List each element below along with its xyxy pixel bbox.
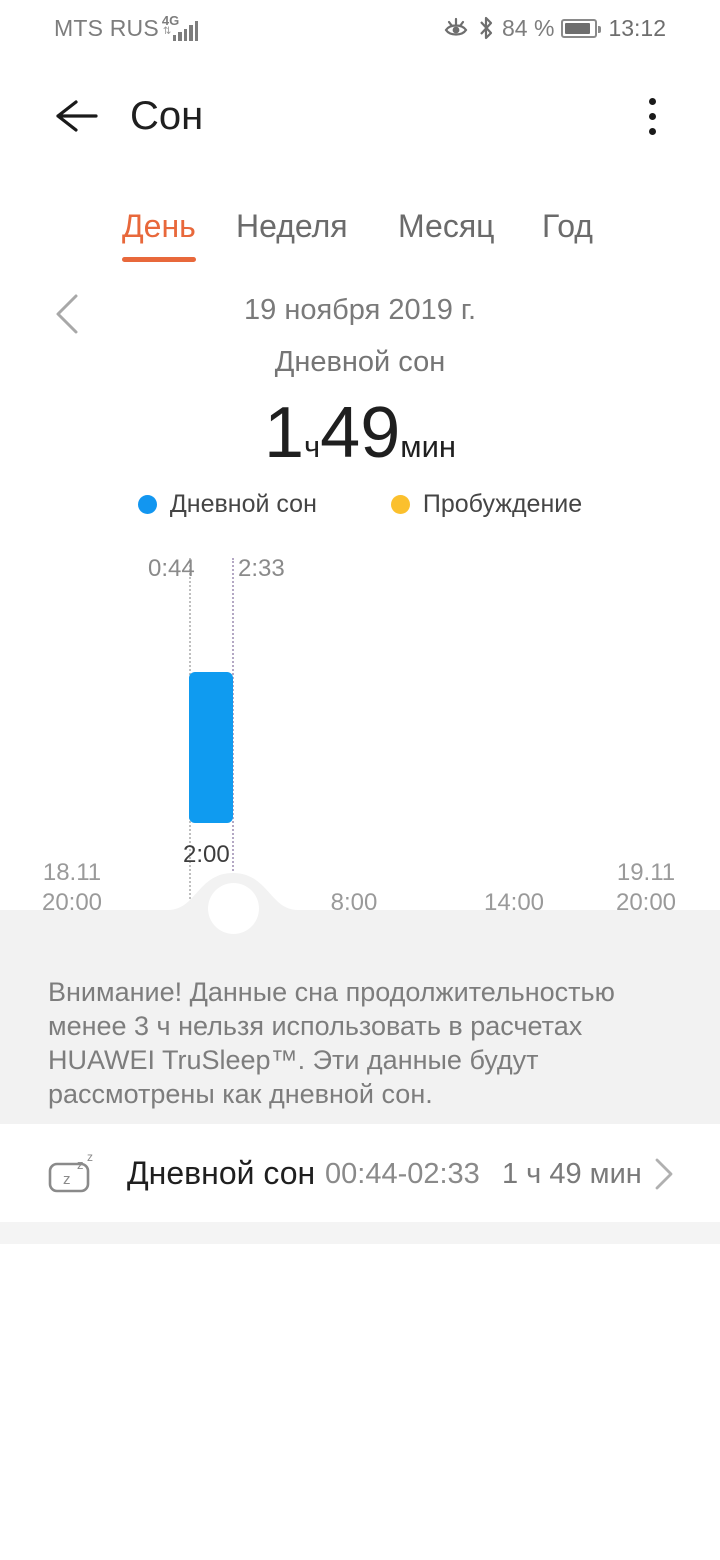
carrier-label: MTS RUS bbox=[54, 14, 159, 41]
status-bar-left: MTS RUS 4G ⇅ bbox=[54, 14, 200, 42]
tab-week[interactable]: Неделя bbox=[236, 206, 348, 246]
chart-start-time-label: 0:44 bbox=[148, 555, 195, 582]
tab-month[interactable]: Месяц bbox=[398, 206, 494, 246]
chart-legend: Дневной сон Пробуждение bbox=[0, 489, 720, 519]
back-button[interactable] bbox=[46, 88, 102, 144]
svg-text:z: z bbox=[77, 1157, 84, 1172]
legend-dot-awake-icon bbox=[390, 494, 410, 514]
chevron-right-icon[interactable] bbox=[650, 1154, 678, 1194]
duration-hours-unit: ч bbox=[304, 429, 321, 464]
eye-comfort-icon bbox=[442, 15, 470, 41]
status-bar-right: 84 % 13:12 bbox=[442, 15, 666, 42]
data-transfer-arrows-icon: ⇅ bbox=[162, 25, 172, 37]
duration-minutes-value: 49 bbox=[320, 393, 401, 473]
panel-notch bbox=[0, 853, 720, 923]
tab-day[interactable]: День bbox=[122, 206, 196, 262]
sleep-detail-row[interactable]: z z z Дневной сон 00:44-02:33 1 ч 49 мин bbox=[0, 1124, 720, 1222]
period-tabs: День Неделя Месяц Год bbox=[0, 198, 720, 270]
detail-time-range-label: 00:44-02:33 bbox=[325, 1158, 480, 1190]
overflow-menu-icon[interactable] bbox=[624, 86, 680, 146]
clock-label: 13:12 bbox=[608, 14, 666, 41]
battery-percent-label: 84 % bbox=[502, 14, 555, 41]
legend-item-nap: Дневной сон bbox=[137, 489, 317, 519]
tab-active-underline bbox=[122, 257, 196, 262]
duration-minutes-unit: мин bbox=[400, 429, 457, 464]
current-date-label: 19 ноября 2019 г. bbox=[244, 294, 476, 326]
legend-label-awake: Пробуждение bbox=[422, 490, 583, 518]
chart-scrubber-handle[interactable] bbox=[208, 883, 259, 934]
svg-text:z: z bbox=[63, 1171, 71, 1188]
legend-label-nap: Дневной сон bbox=[169, 490, 317, 518]
duration-hours-value: 1 bbox=[263, 393, 305, 473]
tab-year[interactable]: Год bbox=[542, 206, 593, 246]
battery-icon bbox=[561, 18, 602, 38]
tab-day-label: День bbox=[122, 208, 196, 244]
total-duration: 1ч49мин bbox=[0, 392, 720, 474]
svg-text:z: z bbox=[87, 1150, 93, 1164]
legend-dot-nap-icon bbox=[137, 494, 157, 514]
network-type-indicator: 4G ⇅ bbox=[162, 14, 200, 42]
app-bar: Сон bbox=[0, 60, 720, 170]
signal-icon bbox=[172, 20, 199, 41]
bottom-separator-band bbox=[0, 1222, 720, 1244]
bluetooth-icon bbox=[477, 15, 495, 41]
warning-text: Внимание! Данные сна продолжительностью … bbox=[48, 977, 615, 1109]
chart-end-time-label: 2:33 bbox=[238, 555, 285, 582]
sleep-type-label: Дневной сон bbox=[274, 346, 446, 378]
status-bar: MTS RUS 4G ⇅ 84 % 13:12 bbox=[0, 0, 720, 56]
sleep-zzz-icon: z z z bbox=[47, 1150, 103, 1196]
detail-sleep-type-label: Дневной сон bbox=[127, 1155, 316, 1191]
page-title: Сон bbox=[130, 94, 204, 138]
legend-item-awake: Пробуждение bbox=[390, 489, 583, 519]
detail-duration-label: 1 ч 49 мин bbox=[502, 1158, 642, 1190]
sleep-bar-segment[interactable] bbox=[189, 672, 233, 823]
